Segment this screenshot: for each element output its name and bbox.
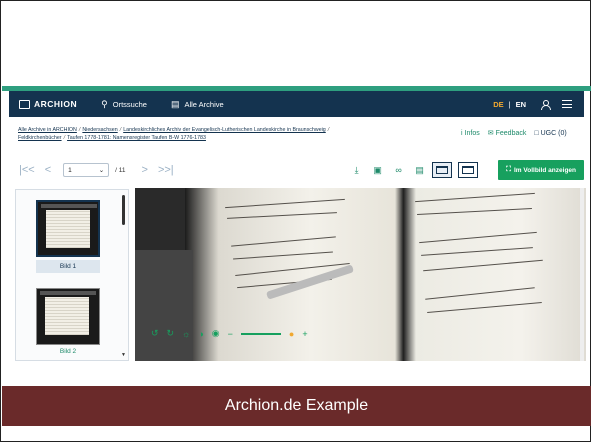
archive-icon: ▤ [170,98,180,109]
infos-link[interactable]: i Infos [461,130,480,137]
slide-caption: Archion.de Example [2,386,591,426]
handwriting-line [227,212,337,220]
thumbnail-1-label[interactable]: Bild 1 [36,260,100,273]
menu-icon[interactable] [562,100,572,108]
breadcrumb-item[interactable]: Landeskirchliches Archiv der Evangelisch… [123,127,326,133]
scroll-down-arrow-icon[interactable]: ▼ [121,352,126,358]
handwriting-line [421,247,533,257]
toolbar-actions: ⤓ ▣ ∞ ▤ ⛶ Im Vollbild anzeigen [342,160,584,180]
breadcrumb-item[interactable]: Taufen 1778-1781: Namensregister Taufen … [67,135,206,141]
link-icon[interactable]: ∞ [392,164,405,177]
first-page-button[interactable]: |<< [19,164,35,176]
fullscreen-button[interactable]: ⛶ Im Vollbild anzeigen [498,160,584,180]
thumbnail-1[interactable] [36,200,100,257]
nav-ortssuche-label: Ortssuche [112,99,147,109]
page-select[interactable]: 1 ⌄ [63,163,110,177]
last-page-button[interactable]: >>| [158,164,174,176]
handwriting-line [423,259,543,272]
feedback-label: Feedback [495,129,527,137]
fullscreen-label: Im Vollbild anzeigen [514,166,576,174]
view-mode-single-button[interactable] [432,162,453,178]
info-icon: i [461,129,463,137]
document-icon[interactable]: ▤ [413,164,426,177]
archion-logo-icon [19,99,30,109]
nav-alle-archive-label: Alle Archive [184,99,224,109]
ugc-link[interactable]: □ UGC (0) [534,130,566,137]
breadcrumb-item[interactable]: Feldkirchenbücher [18,135,62,141]
thumbnail-scrollbar[interactable] [122,195,125,225]
user-icon[interactable] [540,99,551,110]
handwriting-line [427,301,542,314]
nav-right: DE | EN [493,99,584,110]
thumbnail-page-image [46,210,90,248]
infos-label: Infos [464,129,480,137]
ugc-label: UGC (0) [540,129,567,137]
image-tools: ↺ ↻ ☼ ◑ ◉ − ● + [151,328,316,339]
brightness-icon[interactable]: ☼ [182,329,190,339]
top-navbar: ARCHION ⚲ Ortssuche ▤ Alle Archive DE | … [9,91,584,117]
nav-ortssuche[interactable]: ⚲ Ortssuche [101,99,147,110]
viewer-scrollbar[interactable] [580,188,584,361]
breadcrumb: Alle Archive in ARCHION / Niedersachsen / La… [18,126,418,142]
thumbnail-2[interactable] [36,288,100,345]
window-view-icon [462,166,475,174]
prev-page-button[interactable]: < [45,164,51,176]
handwriting-line [225,198,345,209]
bookmark-icon[interactable]: ▣ [371,164,384,177]
search-icon: ⚲ [101,98,108,109]
breadcrumb-separator: / [63,135,66,141]
rotate-right-icon[interactable]: ↻ [167,328,175,339]
download-icon[interactable]: ⤓ [350,164,363,177]
breadcrumb-separator: / [119,127,122,133]
contrast-icon[interactable]: ◑ [198,329,203,339]
breadcrumb-item[interactable]: Niedersachsen [82,127,117,133]
thumbnail-tape [41,204,97,208]
single-view-icon [436,166,449,174]
lang-en[interactable]: EN [516,100,526,109]
chevron-down-icon: ⌄ [98,167,105,174]
rotate-left-icon[interactable]: ↺ [151,328,159,339]
logo-text: ARCHION [34,99,78,109]
archion-logo[interactable]: ARCHION [19,99,77,109]
zoom-slider[interactable] [240,332,281,335]
invert-icon[interactable]: ◉ [212,328,220,339]
viewer-toolbar: |<< < 1 ⌄ / 11 > >>| ⤓ ▣ ∞ ▤ ⛶ Im Vollbi… [9,156,584,184]
handwriting-line [233,251,333,260]
handwriting-line [425,287,535,301]
thumbnail-tape [40,291,96,295]
handwriting-line [231,236,336,247]
page-select-value: 1 [68,166,72,174]
thumbnail-page-image [45,297,89,335]
zoom-in-icon[interactable]: + [302,329,307,339]
handwriting-line [415,192,535,203]
next-page-button[interactable]: > [142,164,148,176]
lang-separator: | [508,99,511,109]
lang-de[interactable]: DE [493,100,503,109]
folder-icon: □ [534,129,539,137]
zoom-out-icon[interactable]: − [228,329,233,339]
page-total: / 11 [115,166,126,174]
slide-frame: ARCHION ⚲ Ortssuche ▤ Alle Archive DE | … [0,0,591,442]
breadcrumb-separator: / [78,127,81,133]
thumbnail-panel: Bild 1 Bild 2 ▼ [15,189,129,361]
zoom-handle-icon[interactable]: ● [289,329,294,339]
aux-links: i Infos ✉ Feedback □ UGC (0) [461,129,575,138]
view-mode-window-button[interactable] [458,162,479,178]
scanner-rod-shadow [135,250,193,361]
expand-icon: ⛶ [506,166,511,173]
image-viewer[interactable]: ↺ ↻ ☼ ◑ ◉ − ● + [135,188,586,361]
speech-bubble-icon: ✉ [487,130,494,137]
handwriting-line [419,231,537,244]
thumbnail-2-label[interactable]: Bild 2 [36,345,100,358]
handwriting-line [417,207,532,216]
breadcrumb-item[interactable]: Alle Archive in ARCHION [18,127,77,133]
feedback-link[interactable]: ✉ Feedback [487,129,527,138]
nav-alle-archive[interactable]: ▤ Alle Archive [171,99,224,110]
breadcrumb-separator: / [327,127,330,133]
